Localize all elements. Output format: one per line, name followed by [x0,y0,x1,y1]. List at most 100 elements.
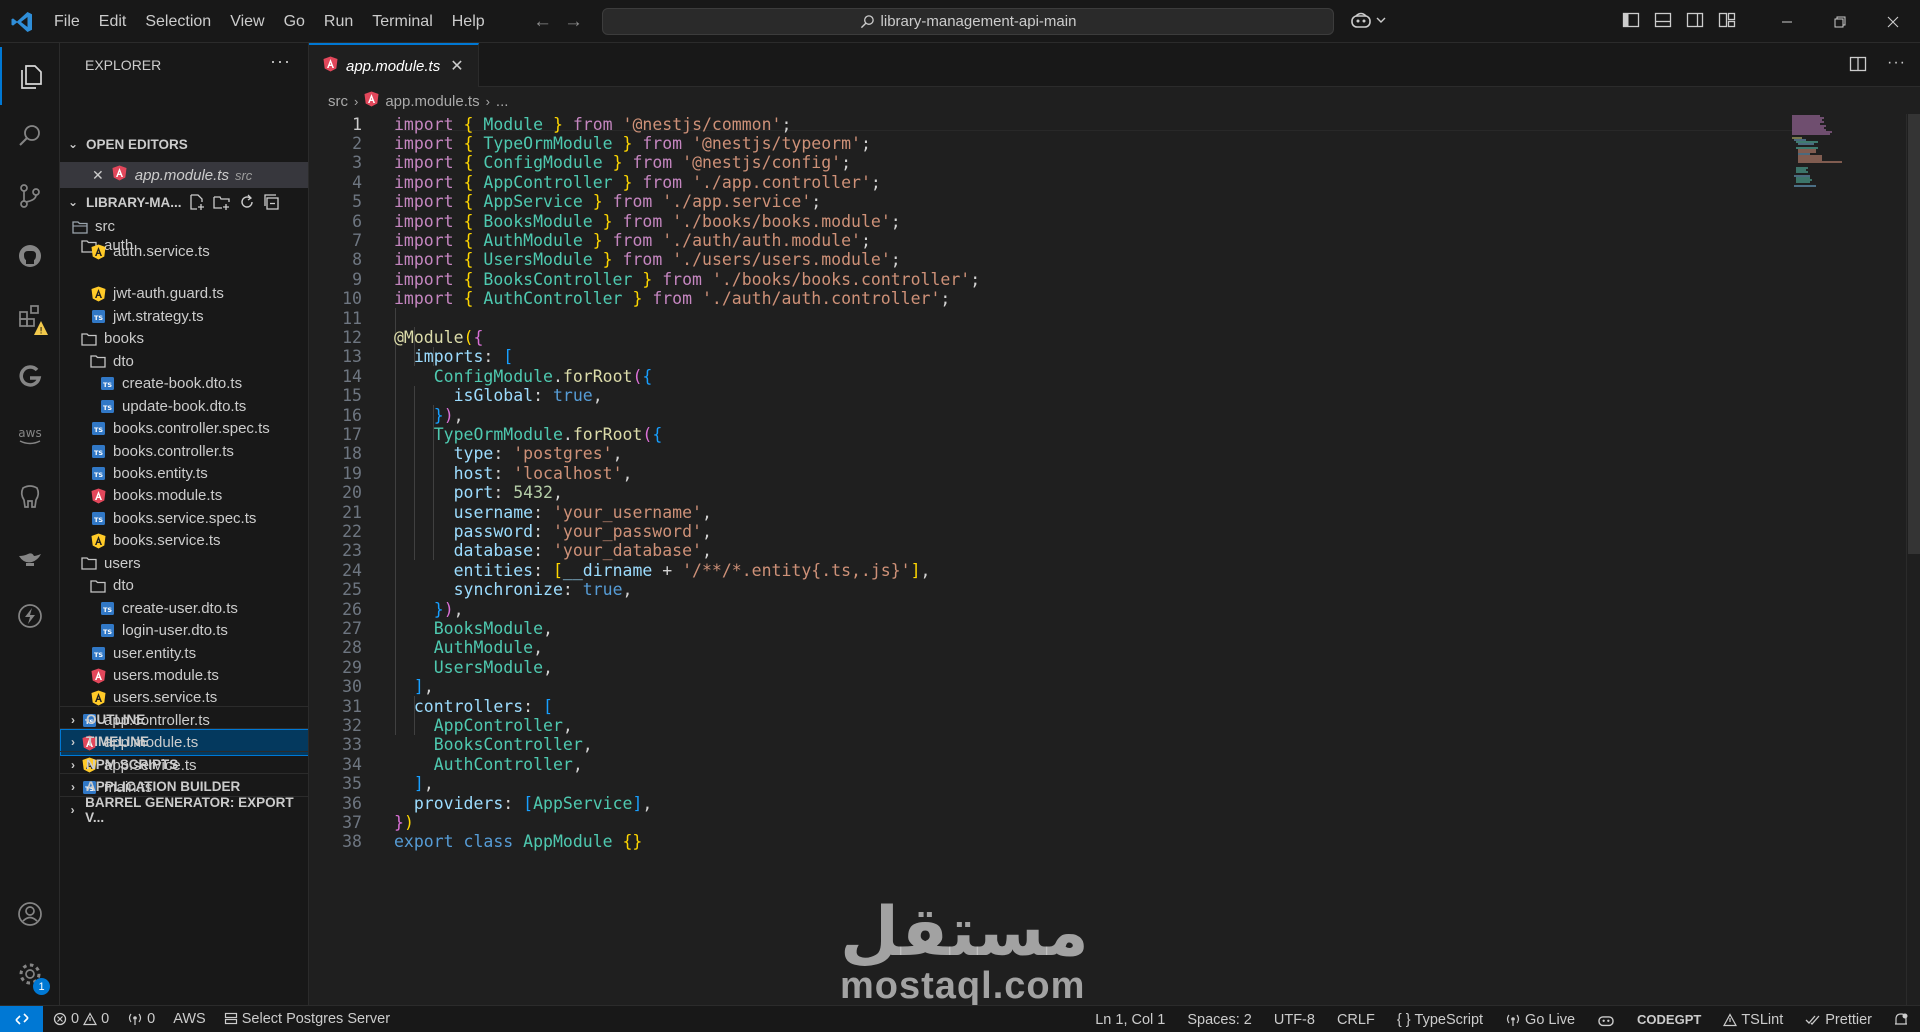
warning-icon [1723,1012,1738,1026]
tab-app-module[interactable]: app.module.ts ✕ [309,43,479,87]
more-actions-icon[interactable]: ··· [1887,55,1906,73]
open-editors-header[interactable]: ⌄ OPEN EDITORS [60,131,308,157]
npm-scripts-label: NPM SCRIPTS [86,757,179,772]
codegpt-status[interactable]: CODEGPT [1637,1012,1701,1027]
title-bar: File Edit Selection View Go Run Terminal… [0,0,1920,43]
activity-aws[interactable]: aws [0,407,60,465]
scrollbar-thumb[interactable] [1908,114,1920,554]
minimize-button[interactable] [1760,0,1813,43]
line-ending[interactable]: CRLF [1337,1012,1375,1028]
minimize-icon [1781,21,1792,22]
close-window-button[interactable] [1866,0,1919,43]
postgres-server-selector[interactable]: Select Postgres Server [224,1011,390,1027]
editor-scrollbar[interactable] [1906,114,1920,1005]
typescript-icon: TS [99,600,115,616]
activity-extensions[interactable]: ! [0,287,60,345]
close-icon[interactable]: ✕ [450,56,463,76]
tree-item-label: users.service.ts [113,689,218,707]
tree-item-label: update-book.dto.ts [122,397,247,415]
tree-item-label: create-user.dto.ts [122,599,238,617]
menu-run[interactable]: Run [324,13,353,31]
go-live-button[interactable]: Go Live [1505,1012,1575,1028]
tree-item-label: books.entity.ts [113,464,208,482]
toggle-primary-sidebar-icon[interactable] [1622,11,1640,29]
aws-status[interactable]: AWS [173,1011,206,1027]
angular-service-icon [90,690,106,706]
remote-icon [14,1013,29,1025]
refresh-icon[interactable] [238,193,256,211]
file-item[interactable]: auth.service.ts [60,244,308,260]
code-line: 38 export class AppModule {} [309,830,1789,854]
breadcrumb: src › app.module.ts › ... [309,88,508,114]
forward-arrow-icon[interactable]: → [564,11,583,33]
toggle-secondary-sidebar-icon[interactable] [1686,11,1704,29]
chevron-right-icon: › [71,734,75,749]
collapse-all-icon[interactable] [263,193,281,211]
language-mode[interactable]: { } TypeScript [1397,1012,1483,1028]
new-folder-icon[interactable] [213,193,231,211]
more-actions-icon[interactable]: ··· [270,51,291,72]
code-editor[interactable]: 1 import { Module } from '@nestjs/common'… [309,114,1909,1005]
menu-view[interactable]: View [230,13,264,31]
aws-icon: aws [18,426,42,445]
files-icon [21,65,42,89]
menu-file[interactable]: File [54,13,80,31]
project-folder-header[interactable]: ⌄ LIBRARY-MA... [60,189,308,215]
indentation[interactable]: Spaces: 2 [1187,1012,1252,1028]
update-badge: 1 [33,978,50,995]
activity-lamp-extension[interactable] [0,527,60,585]
menu-help[interactable]: Help [452,13,485,31]
cursor-position[interactable]: Ln 1, Col 1 [1095,1012,1165,1028]
encoding[interactable]: UTF-8 [1274,1012,1315,1028]
activity-accounts[interactable] [0,885,60,943]
activity-github[interactable] [0,227,60,285]
menu-terminal[interactable]: Terminal [372,13,432,31]
open-editor-item[interactable]: ✕ app.module.ts src [60,162,308,188]
prettier-status[interactable]: Prettier [1805,1012,1872,1028]
minimap[interactable] [1790,114,1860,194]
activity-manage[interactable]: 1 [0,945,60,1003]
angular-icon [90,488,106,504]
activity-explorer[interactable] [0,47,60,105]
search-icon [19,125,40,146]
tslint-status[interactable]: TSLint [1723,1012,1783,1028]
activity-database[interactable] [0,467,60,525]
timeline-label: TIMELINE [86,734,149,749]
angular-icon [90,668,106,684]
menu-selection[interactable]: Selection [145,13,211,31]
aws-label: AWS [173,1011,206,1027]
chevron-right-icon: › [71,757,75,772]
close-icon[interactable]: ✕ [92,167,104,184]
toggle-panel-icon[interactable] [1654,11,1672,29]
activity-thunder-client[interactable] [0,587,60,645]
tree-item-label: jwt-auth.guard.ts [113,285,224,303]
folder-icon [81,555,97,571]
menu-go[interactable]: Go [284,13,305,31]
notifications-button[interactable] [1894,1012,1908,1028]
typescript-icon: TS [90,308,106,324]
remote-indicator[interactable] [0,1005,43,1032]
breadcrumb-folder[interactable]: src [328,93,348,110]
angular-icon [364,91,379,111]
activity-search[interactable] [0,107,60,165]
problems-indicator[interactable]: 0 0 [53,1011,109,1027]
breadcrumb-symbol[interactable]: ... [496,93,509,110]
customize-layout-icon[interactable] [1718,11,1736,29]
copilot-icon [1351,12,1371,28]
back-arrow-icon[interactable]: ← [533,11,552,33]
chevron-down-icon: ⌄ [67,137,79,151]
breadcrumb-file[interactable]: app.module.ts [385,93,479,110]
barrel-generator-header[interactable]: › BARREL GENERATOR: EXPORT V... [60,795,308,825]
activity-gitlens[interactable] [0,347,60,405]
menu-edit[interactable]: Edit [99,13,127,31]
restore-button[interactable] [1813,0,1866,43]
angular-service-icon [90,244,106,260]
split-editor-icon[interactable] [1849,55,1867,73]
copilot-status[interactable] [1597,1013,1615,1027]
activity-source-control[interactable] [0,167,60,225]
new-file-icon[interactable] [188,193,206,211]
ports-indicator[interactable]: 0 [127,1011,155,1027]
warning-icon [83,1012,98,1026]
command-center-search[interactable]: library-management-api-main [602,8,1334,35]
copilot-button[interactable] [1350,11,1386,29]
